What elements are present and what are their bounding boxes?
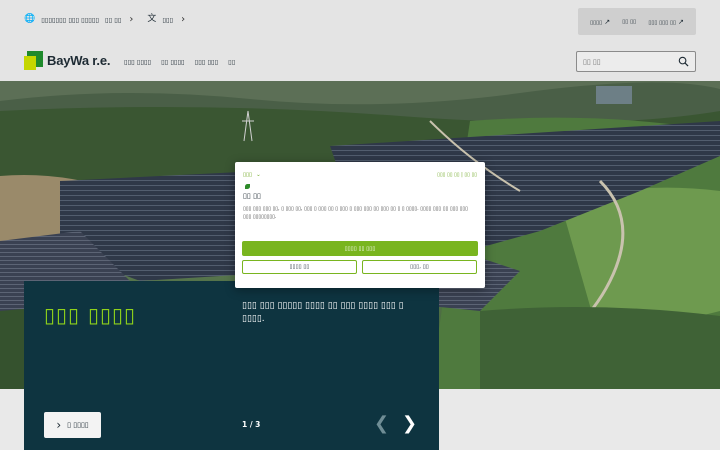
cookie-language-label: ▯▯▯ <box>243 172 253 178</box>
next-slide-button[interactable]: ❯ <box>402 414 417 434</box>
reject-button[interactable]: ▯▯▯, ▯▯ <box>362 260 477 274</box>
search-input[interactable] <box>583 56 673 68</box>
external-link-3[interactable]: ▯▯▯ ▯▯▯ ▯▯ ↗ <box>648 18 684 26</box>
chevron-down-icon: ⌄ <box>256 172 261 178</box>
logo-text: BayWa r.e. <box>47 53 111 68</box>
prev-slide-button[interactable]: ❮ <box>374 414 389 434</box>
globe-icon: 🌐 <box>24 14 36 24</box>
search-icon[interactable] <box>678 55 689 68</box>
brand-leaf-icon <box>245 184 250 189</box>
nav-item-3[interactable]: ▯▯▯ ▯▯▯ <box>195 58 219 66</box>
hero-title: ▯▯▯ ▯▯▯▯ <box>44 303 137 327</box>
region-selector[interactable]: 🌐 ▯▯▯▯▯▯▯ ▯▯▯ ▯▯▯▯▯ ▯▯ ▯▯ › 文 ▯▯▯ › <box>24 14 193 25</box>
nav-item-1[interactable]: ▯▯▯ ▯▯▯▯ <box>124 58 151 66</box>
external-link-2[interactable]: ▯▯ ▯▯ <box>622 19 636 25</box>
top-utility-bar: 🌐 ▯▯▯▯▯▯▯ ▯▯▯ ▯▯▯▯▯ ▯▯ ▯▯ › 文 ▯▯▯ › ▯▯▯▯… <box>0 0 720 45</box>
external-link-1[interactable]: ▯▯▯▯ ↗ <box>590 18 610 26</box>
translate-icon: 文 <box>147 14 157 24</box>
chevron-right-icon: › <box>56 418 62 432</box>
external-link-icon: ↗ <box>678 17 684 26</box>
accept-all-button[interactable]: ▯▯▯▯ ▯▯ ▯▯▯ <box>242 241 478 256</box>
country-label[interactable]: ▯▯ ▯▯ <box>105 16 121 24</box>
read-more-button[interactable]: › ▯ ▯▯▯▯ <box>44 412 101 438</box>
cookie-settings-button[interactable]: ▯▯▯▯ ▯▯ <box>242 260 357 274</box>
chevron-right-icon: › <box>181 14 186 25</box>
hero-description: ▯▯▯ ▯▯▯ ▯▯▯▯▯ ▯▯▯▯ ▯▯ ▯▯▯ ▯▯▯▯ ▯▯▯ ▯ ▯▯▯… <box>242 301 404 324</box>
region-label[interactable]: ▯▯▯▯▯▯▯ ▯▯▯ ▯▯▯▯▯ <box>41 16 99 24</box>
logo-mark <box>24 51 43 70</box>
main-nav: ▯▯▯ ▯▯▯▯ ▯▯ ▯▯▯▯ ▯▯▯ ▯▯▯ ▯▯ <box>124 58 235 66</box>
nav-item-2[interactable]: ▯▯ ▯▯▯▯ <box>161 58 185 66</box>
nav-item-4[interactable]: ▯▯ <box>228 58 235 66</box>
external-links: ▯▯▯▯ ↗ ▯▯ ▯▯ ▯▯▯ ▯▯▯ ▯▯ ↗ <box>578 8 696 35</box>
language-label[interactable]: ▯▯▯ <box>162 16 173 24</box>
cookie-title: ▯▯ ▯▯ <box>243 192 261 200</box>
chevron-right-icon: › <box>129 14 134 25</box>
cookie-language-selector[interactable]: ▯▯▯ ⌄ <box>243 172 261 178</box>
main-header: BayWa r.e. ▯▯▯ ▯▯▯▯ ▯▯ ▯▯▯▯ ▯▯▯ ▯▯▯ ▯▯ <box>0 45 720 81</box>
cookie-policy-links[interactable]: ▯▯▯ ▯▯ ▯▯ | ▯▯ ▯▯ <box>437 172 477 178</box>
search-box <box>576 51 696 72</box>
logo[interactable]: BayWa r.e. <box>24 51 110 70</box>
slide-counter: 1 / 3 <box>242 420 261 429</box>
read-more-label: ▯ ▯▯▯▯ <box>67 421 89 429</box>
cookie-consent-dialog: ▯▯▯ ⌄ ▯▯▯ ▯▯ ▯▯ | ▯▯ ▯▯ ▯▯ ▯▯ ▯▯▯ ▯▯▯ ▯▯… <box>235 162 485 288</box>
cookie-text: ▯▯▯ ▯▯▯ ▯▯▯ ▯▯, ▯ ▯▯▯ ▯▯, ▯▯▯ ▯ ▯▯▯ ▯▯ ▯… <box>243 206 468 220</box>
external-link-icon: ↗ <box>604 17 611 26</box>
